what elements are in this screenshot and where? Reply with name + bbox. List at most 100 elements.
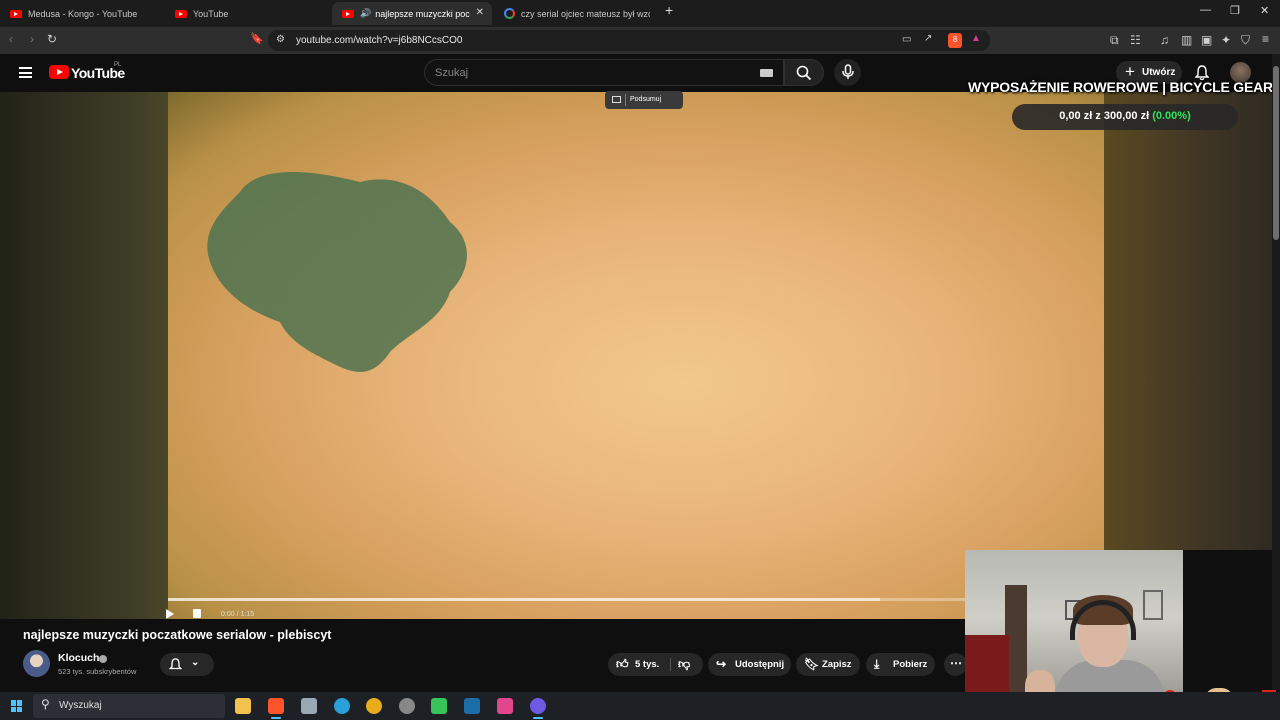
close-tab-icon[interactable]: ✕ — [476, 7, 484, 18]
goal-separator: z — [1092, 110, 1104, 122]
stream-overlay-title: WYPOSAŻENIE ROWEROWE | BICYCLE GEAR — [968, 79, 1273, 95]
goal-target: 300,00 zł — [1103, 110, 1150, 122]
share-icon: ↪ — [716, 657, 727, 671]
like-count[interactable]: 5 tys. — [635, 659, 659, 670]
app-circle-icon[interactable] — [399, 698, 415, 714]
search-button[interactable] — [784, 59, 824, 86]
maximize-icon[interactable]: ❐ — [1230, 4, 1240, 17]
taskbar-search-input[interactable]: ⚲ Wyszukaj — [33, 694, 225, 718]
brave-icon[interactable] — [268, 698, 284, 719]
bell-icon — [169, 658, 182, 670]
play-app-icon[interactable] — [431, 698, 447, 714]
subscription-bell-button[interactable]: ⌄ — [160, 653, 214, 676]
download-label: Pobierz — [893, 659, 928, 670]
youtube-icon — [342, 9, 354, 18]
address-bar[interactable]: ⚙ youtube.com/watch?v=j6b8NCcsCO0 ▭ ↗ 8 … — [268, 30, 990, 51]
share-button[interactable]: ↪ Udostępnij — [708, 653, 791, 676]
youtube-icon — [175, 9, 187, 18]
summarize-label: Podsumuj — [630, 96, 662, 103]
youtube-logo-icon[interactable] — [49, 65, 69, 79]
channel-avatar[interactable] — [23, 650, 50, 677]
keyboard-icon[interactable] — [760, 69, 773, 77]
youtube-icon — [10, 9, 22, 18]
ink-stain-graphic — [207, 172, 467, 372]
site-info-icon[interactable]: ⚙ — [276, 35, 285, 45]
search-icon: ⚲ — [41, 697, 50, 711]
download-icon: ⤓ — [874, 657, 880, 671]
search-input[interactable]: Szukaj — [424, 59, 784, 86]
window-close-icon[interactable]: ✕ — [1260, 4, 1269, 17]
brave-shields-icon[interactable]: 8 — [948, 33, 962, 48]
back-icon[interactable]: ‹ — [9, 33, 13, 45]
taskbar-search-placeholder: Wyszukaj — [59, 700, 102, 711]
vpn-icon[interactable]: ⛉ — [1241, 34, 1250, 46]
tab-google-search[interactable]: czy serial ojciec mateusz był wzorowa — [494, 2, 660, 25]
save-label: Zapisz — [822, 659, 852, 670]
hamburger-menu-icon[interactable] — [19, 67, 32, 78]
speaker-icon[interactable]: 🔊 — [360, 8, 371, 19]
video-title: najlepsze muzyczki poczatkowe serialow -… — [23, 628, 332, 642]
music-icon[interactable]: ♫ — [1160, 34, 1169, 46]
dislike-icon[interactable]: 👎︎ — [678, 657, 690, 672]
app-colorful-icon[interactable] — [497, 698, 513, 714]
tab-label: Medusa - Kongo - YouTube — [28, 8, 138, 19]
reload-icon[interactable]: ↻ — [47, 33, 57, 45]
tab-medusa[interactable]: Medusa - Kongo - YouTube — [0, 2, 165, 25]
video-player[interactable]: 0:00 / 1:15 — [0, 92, 1280, 619]
cast-icon[interactable]: ▭ — [902, 35, 911, 45]
donation-goal-bar: 0,00 zł z 300,00 zł (0.00%) — [1012, 104, 1238, 130]
save-button[interactable]: 🔖︎ Zapisz — [796, 653, 860, 676]
browser-toolbar: ‹ › ↻ 🔖 ⚙ youtube.com/watch?v=j6b8NCcsCO… — [0, 27, 1280, 54]
menu-icon[interactable]: ≡ — [1262, 33, 1269, 45]
like-icon[interactable]: 👍︎ — [616, 657, 629, 672]
sidebar-icon[interactable]: ▥ — [1181, 34, 1192, 46]
tab-youtube[interactable]: YouTube — [165, 2, 330, 25]
reading-list-icon[interactable]: ☷ — [1130, 34, 1141, 46]
minimize-icon[interactable]: — — [1200, 4, 1211, 16]
tab-current-video[interactable]: 🔊 najlepsze muzyczki poczatkowe serialow… — [332, 2, 492, 25]
bookmark-icon[interactable]: 🔖 — [250, 34, 264, 45]
extensions-icon[interactable]: ⧉ — [1110, 34, 1119, 46]
shields-count: 8 — [952, 35, 958, 44]
download-button[interactable]: ⤓ Pobierz — [866, 653, 935, 676]
tab-label: najlepsze muzyczki poczatkowe serialow — [375, 8, 470, 19]
webcam-frame — [1143, 590, 1163, 620]
more-actions-button[interactable]: ⋯ — [944, 653, 967, 676]
page-scrollbar[interactable] — [1272, 54, 1280, 690]
tab-label: czy serial ojciec mateusz był wzorowa — [521, 8, 650, 19]
url-text[interactable]: youtube.com/watch?v=j6b8NCcsCO0 — [296, 35, 462, 46]
file-explorer-icon[interactable] — [235, 698, 251, 714]
like-dislike-group: 👍︎ 5 tys. 👎︎ — [608, 653, 703, 676]
summarize-button[interactable]: Podsumuj — [605, 91, 683, 109]
channel-name[interactable]: Klocuch — [58, 652, 99, 664]
brave-rewards-icon[interactable]: ▲ — [971, 34, 981, 44]
microphone-icon — [842, 64, 854, 79]
google-icon — [504, 8, 515, 19]
picture-in-picture-icon[interactable] — [612, 96, 621, 103]
steam-icon[interactable] — [464, 698, 480, 714]
scrollbar-thumb[interactable] — [1273, 66, 1279, 240]
verified-icon — [99, 655, 107, 663]
play-icon[interactable] — [166, 609, 174, 619]
video-ambient-right — [1104, 92, 1280, 619]
voice-search-button[interactable] — [834, 59, 861, 86]
discord-icon[interactable] — [530, 698, 546, 719]
wallet-icon[interactable]: ▣ — [1201, 34, 1212, 46]
tab-label: YouTube — [193, 8, 229, 19]
windows-start-icon[interactable] — [11, 700, 23, 712]
chrome-icon[interactable] — [366, 698, 382, 714]
leo-ai-icon[interactable]: ✦ — [1221, 34, 1231, 46]
forward-icon[interactable]: › — [30, 33, 34, 45]
browser-tab-strip: Medusa - Kongo - YouTube YouTube 🔊 najle… — [0, 0, 1280, 27]
new-tab-icon[interactable]: + — [665, 2, 673, 18]
chevron-down-icon: ⌄ — [191, 657, 200, 668]
volume-icon[interactable] — [193, 609, 201, 618]
goal-current: 0,00 zł — [1059, 110, 1093, 122]
windows-taskbar: ⚲ Wyszukaj — [0, 692, 1280, 720]
share-page-icon[interactable]: ↗ — [924, 34, 932, 44]
video-progress-bar[interactable] — [168, 598, 968, 601]
store-icon[interactable] — [301, 698, 317, 714]
country-code: PL — [114, 62, 122, 68]
like-divider — [670, 658, 671, 671]
edge-icon[interactable] — [334, 698, 350, 714]
